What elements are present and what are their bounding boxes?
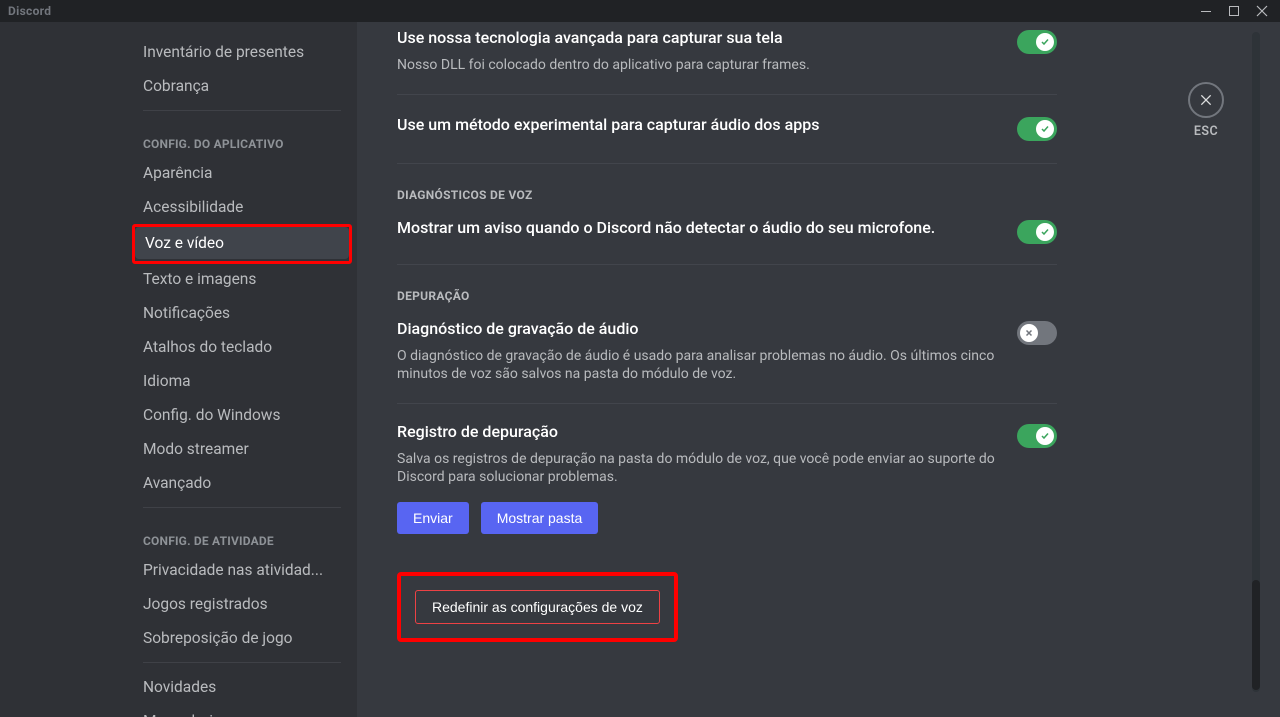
toggle-debug-logging[interactable]: [1017, 424, 1057, 448]
scrollbar-thumb[interactable]: [1252, 580, 1260, 690]
setting-title: Use nossa tecnologia avançada para captu…: [397, 28, 810, 48]
check-icon: [1036, 120, 1054, 138]
toggle-screen-capture-tech[interactable]: [1017, 30, 1057, 54]
setting-title: Mostrar um aviso quando o Discord não de…: [397, 218, 935, 238]
toggle-audio-diagnostic[interactable]: [1017, 321, 1057, 345]
reset-voice-settings-button[interactable]: Redefinir as configurações de voz: [415, 590, 660, 624]
window-close-button[interactable]: [1248, 0, 1276, 22]
window-maximize-button[interactable]: [1220, 0, 1248, 22]
sidebar-separator: [143, 110, 341, 111]
toggle-mic-warning[interactable]: [1017, 220, 1057, 244]
sidebar-item-language[interactable]: Idioma: [133, 365, 351, 397]
setting-title: Registro de depuração: [397, 422, 997, 442]
check-icon: [1036, 33, 1054, 51]
close-icon: [1188, 82, 1224, 118]
sidebar-item-activity-privacy[interactable]: Privacidade nas atividad...: [133, 554, 351, 586]
sidebar-item-voice-video[interactable]: Voz e vídeo: [135, 227, 349, 259]
toggle-experimental-audio-capture[interactable]: [1017, 117, 1057, 141]
sidebar-item-registered-games[interactable]: Jogos registrados: [133, 588, 351, 620]
app-name: Discord: [8, 4, 51, 18]
settings-sidebar: Assinaturas Inventário de presentes Cobr…: [0, 22, 357, 717]
sidebar-item-advanced[interactable]: Avançado: [133, 467, 351, 499]
setting-desc: O diagnóstico de gravação de áudio é usa…: [397, 347, 997, 383]
setting-title: Diagnóstico de gravação de áudio: [397, 319, 997, 339]
setting-desc: Nosso DLL foi colocado dentro do aplicat…: [397, 56, 810, 74]
sidebar-item-notifications[interactable]: Notificações: [133, 297, 351, 329]
sidebar-item-text-images[interactable]: Texto e imagens: [133, 263, 351, 295]
sidebar-item-merch[interactable]: Mercadoria: [133, 705, 351, 717]
sidebar-item-accessibility[interactable]: Acessibilidade: [133, 191, 351, 223]
sidebar-item-billing[interactable]: Cobrança: [133, 70, 351, 102]
sidebar-item-keybinds[interactable]: Atalhos do teclado: [133, 331, 351, 363]
check-icon: [1036, 223, 1054, 241]
sidebar-item-windows-settings[interactable]: Config. do Windows: [133, 399, 351, 431]
sidebar-separator: [143, 507, 341, 508]
send-button[interactable]: Enviar: [397, 502, 469, 534]
window-controls: [1192, 0, 1276, 22]
close-settings-button[interactable]: ESC: [1188, 82, 1224, 139]
highlight-voice-video: Voz e vídeo: [132, 224, 352, 264]
x-icon: [1020, 324, 1038, 342]
sidebar-item-gift-inventory[interactable]: Inventário de presentes: [133, 36, 351, 68]
titlebar: Discord: [0, 0, 1280, 22]
settings-content: Use nossa tecnologia avançada para captu…: [357, 22, 1280, 717]
sidebar-header-app: CONFIG. DO APLICATIVO: [133, 119, 351, 157]
close-label: ESC: [1194, 124, 1218, 139]
check-icon: [1036, 427, 1054, 445]
sidebar-item-streamer-mode[interactable]: Modo streamer: [133, 433, 351, 465]
sidebar-item-appearance[interactable]: Aparência: [133, 157, 351, 189]
sidebar-item-game-overlay[interactable]: Sobreposição de jogo: [133, 622, 351, 654]
sidebar-header-activity: CONFIG. DE ATIVIDADE: [133, 516, 351, 554]
sidebar-item-changelog[interactable]: Novidades: [133, 671, 351, 703]
setting-desc: Salva os registros de depuração na pasta…: [397, 450, 997, 486]
section-header-debug: DEPURAÇÃO: [397, 289, 1057, 303]
setting-title: Use um método experimental para capturar…: [397, 115, 819, 135]
show-folder-button[interactable]: Mostrar pasta: [481, 502, 599, 534]
section-header-voice-diagnostics: DIAGNÓSTICOS DE VOZ: [397, 188, 1057, 202]
window-minimize-button[interactable]: [1192, 0, 1220, 22]
sidebar-separator: [143, 662, 341, 663]
highlight-reset-voice: Redefinir as configurações de voz: [397, 572, 678, 642]
